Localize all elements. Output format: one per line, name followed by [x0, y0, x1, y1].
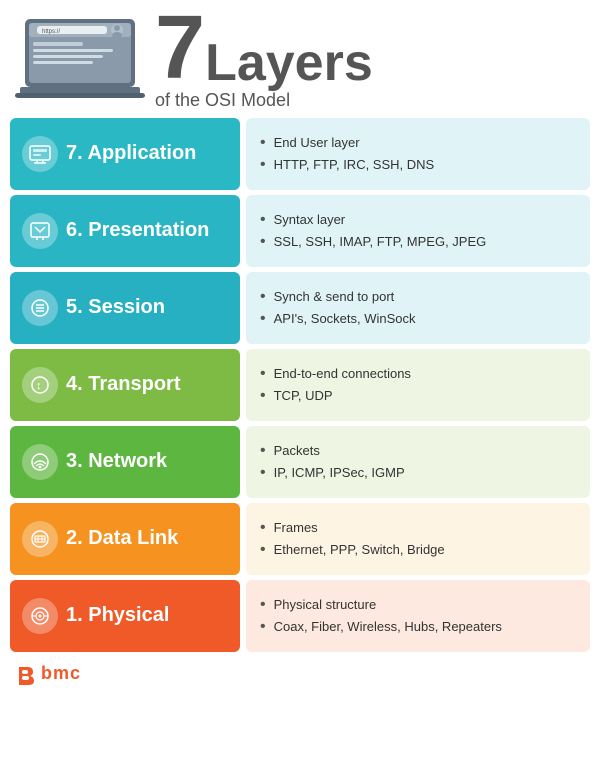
layer-2-icon	[22, 521, 58, 557]
layer-2-label: 2. Data Link	[10, 503, 240, 575]
layer-6-bullet2: SSL, SSH, IMAP, FTP, MPEG, JPEG	[260, 233, 576, 251]
layer-row-3: 3. Network Packets IP, ICMP, IPSec, IGMP	[10, 426, 590, 498]
layer-6-info: Syntax layer SSL, SSH, IMAP, FTP, MPEG, …	[246, 195, 590, 267]
layer-1-icon	[22, 598, 58, 634]
layer-4-label: ↕ 4. Transport	[10, 349, 240, 421]
layer-6-icon	[22, 213, 58, 249]
layer-4-bullet1: End-to-end connections	[260, 365, 576, 383]
layer-4-info: End-to-end connections TCP, UDP	[246, 349, 590, 421]
layer-5-label: 5. Session	[10, 272, 240, 344]
page-container: https:// 7 Layers of the OSI Mode	[0, 0, 600, 764]
layer-3-label: 3. Network	[10, 426, 240, 498]
layer-7-bullet1: End User layer	[260, 134, 576, 152]
footer: bmc	[0, 657, 600, 685]
svg-text:https://: https://	[42, 29, 60, 35]
layer-5-info: Synch & send to port API's, Sockets, Win…	[246, 272, 590, 344]
layer-4-bullet2: TCP, UDP	[260, 387, 576, 405]
layer-6-bullet1: Syntax layer	[260, 211, 576, 229]
layer-4-icon: ↕	[22, 367, 58, 403]
layer-7-name: 7. Application	[66, 142, 196, 165]
layer-row-2: 2. Data Link Frames Ethernet, PPP, Switc…	[10, 503, 590, 575]
layer-1-label: 1. Physical	[10, 580, 240, 652]
layer-7-bullet2: HTTP, FTP, IRC, SSH, DNS	[260, 156, 576, 174]
bmc-logo-text: bmc	[41, 663, 81, 684]
layer-row-7: 7. Application End User layer HTTP, FTP,…	[10, 118, 590, 190]
laptop-illustration: https://	[15, 14, 145, 104]
layer-2-name: 2. Data Link	[66, 527, 178, 550]
layer-5-icon	[22, 290, 58, 326]
title-number: 7	[155, 10, 205, 87]
layer-7-info: End User layer HTTP, FTP, IRC, SSH, DNS	[246, 118, 590, 190]
layer-2-info: Frames Ethernet, PPP, Switch, Bridge	[246, 503, 590, 575]
svg-text:↕: ↕	[36, 380, 42, 392]
layer-1-bullet2: Coax, Fiber, Wireless, Hubs, Repeaters	[260, 618, 576, 636]
layer-6-label: 6. Presentation	[10, 195, 240, 267]
title-word: Layers	[205, 40, 373, 87]
layer-7-label: 7. Application	[10, 118, 240, 190]
layer-row-5: 5. Session Synch & send to port API's, S…	[10, 272, 590, 344]
layer-3-name: 3. Network	[66, 450, 167, 473]
layer-row-4: ↕ 4. Transport End-to-end connections TC…	[10, 349, 590, 421]
header: https:// 7 Layers of the OSI Mode	[0, 0, 600, 114]
layer-row-1: 1. Physical Physical structure Coax, Fib…	[10, 580, 590, 652]
layer-7-icon	[22, 136, 58, 172]
layer-5-bullet1: Synch & send to port	[260, 288, 576, 306]
bmc-logo: bmc	[15, 663, 81, 685]
layer-6-name: 6. Presentation	[66, 219, 209, 242]
layer-5-bullet2: API's, Sockets, WinSock	[260, 310, 576, 328]
page-title-block: 7 Layers of the OSI Model	[155, 10, 373, 109]
layer-3-icon	[22, 444, 58, 480]
layer-3-bullet1: Packets	[260, 442, 576, 460]
layers-list: 7. Application End User layer HTTP, FTP,…	[0, 114, 600, 652]
layer-4-name: 4. Transport	[66, 373, 180, 396]
layer-1-name: 1. Physical	[66, 604, 169, 627]
layer-1-bullet1: Physical structure	[260, 596, 576, 614]
title-subtitle: of the OSI Model	[155, 91, 373, 109]
layer-2-bullet2: Ethernet, PPP, Switch, Bridge	[260, 541, 576, 559]
layer-2-bullet1: Frames	[260, 519, 576, 537]
layer-3-bullet2: IP, ICMP, IPSec, IGMP	[260, 464, 576, 482]
layer-row-6: 6. Presentation Syntax layer SSL, SSH, I…	[10, 195, 590, 267]
layer-5-name: 5. Session	[66, 296, 165, 319]
layer-3-info: Packets IP, ICMP, IPSec, IGMP	[246, 426, 590, 498]
layer-1-info: Physical structure Coax, Fiber, Wireless…	[246, 580, 590, 652]
